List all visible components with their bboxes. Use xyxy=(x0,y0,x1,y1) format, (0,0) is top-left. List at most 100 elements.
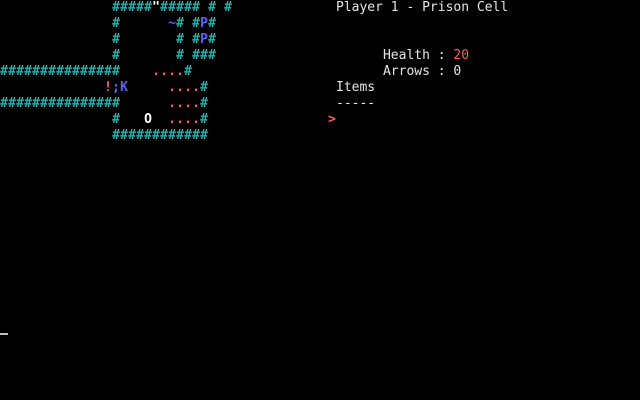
wall-glyph: # xyxy=(48,96,56,111)
wall-glyph: # xyxy=(160,0,168,15)
wall-glyph: # xyxy=(200,96,208,111)
wall-glyph: # xyxy=(80,64,88,79)
arrows-value: 0 xyxy=(453,64,462,79)
floor-glyph: . xyxy=(152,64,160,79)
floor-glyph: . xyxy=(176,80,184,95)
wall-glyph: # xyxy=(208,16,216,31)
health-line: Health : 20 xyxy=(336,32,469,63)
floor-glyph: . xyxy=(160,64,168,79)
wall-glyph: # xyxy=(168,0,176,15)
wall-glyph: # xyxy=(144,0,152,15)
wall-glyph: # xyxy=(128,128,136,143)
wall-glyph: # xyxy=(192,128,200,143)
wall-glyph: # xyxy=(104,64,112,79)
floor-glyph: . xyxy=(184,80,192,95)
wall-glyph: # xyxy=(72,64,80,79)
wall-glyph: # xyxy=(64,64,72,79)
wall-glyph: # xyxy=(184,0,192,15)
wall-glyph: # xyxy=(184,64,192,79)
arrows-label: Arrows : xyxy=(382,64,454,79)
text-cursor xyxy=(0,333,8,335)
wall-glyph: # xyxy=(40,96,48,111)
wall-glyph: # xyxy=(56,96,64,111)
status-panel: Player 1 - Prison Cell Health : 20 Arrow… xyxy=(336,0,636,140)
wall-glyph: # xyxy=(56,64,64,79)
wall-glyph: # xyxy=(208,48,216,63)
wall-glyph: # xyxy=(48,64,56,79)
wall-glyph: # xyxy=(32,96,40,111)
wall-glyph: # xyxy=(120,0,128,15)
wall-glyph: # xyxy=(112,32,120,47)
wall-glyph: # xyxy=(96,96,104,111)
wall-glyph: # xyxy=(16,96,24,111)
monster-glyph: P xyxy=(200,16,208,31)
monster-glyph: P xyxy=(200,32,208,47)
floor-glyph: . xyxy=(192,112,200,127)
wall-glyph: # xyxy=(32,64,40,79)
water-glyph: ~ xyxy=(168,16,176,31)
wall-glyph: # xyxy=(112,16,120,31)
wall-glyph: # xyxy=(16,64,24,79)
floor-glyph: . xyxy=(168,96,176,111)
wall-glyph: # xyxy=(144,128,152,143)
command-prompt-icon: > xyxy=(328,112,336,127)
wall-glyph: # xyxy=(200,48,208,63)
wall-glyph: # xyxy=(192,32,200,47)
wall-glyph: # xyxy=(192,16,200,31)
wall-glyph: # xyxy=(208,32,216,47)
wall-glyph: # xyxy=(184,128,192,143)
wall-glyph: # xyxy=(176,48,184,63)
wall-glyph: # xyxy=(112,48,120,63)
wall-glyph: # xyxy=(200,112,208,127)
wall-glyph: # xyxy=(24,96,32,111)
monster-glyph: K xyxy=(120,80,128,95)
wall-glyph: # xyxy=(168,128,176,143)
wall-glyph: # xyxy=(104,96,112,111)
dungeon-map: # # # # # " # # # # # # # # ~ # # P # # # # P # # # # # # # # # # # # # # # # #… xyxy=(0,0,320,144)
wall-glyph: # xyxy=(176,128,184,143)
item-glyph: ; xyxy=(112,80,120,95)
wall-glyph: # xyxy=(176,16,184,31)
wall-glyph: # xyxy=(64,96,72,111)
wall-glyph: # xyxy=(0,96,8,111)
wall-glyph: # xyxy=(96,64,104,79)
potion-glyph: ! xyxy=(104,80,112,95)
wall-glyph: # xyxy=(112,112,120,127)
wall-glyph: # xyxy=(8,96,16,111)
arrows-line: Arrows : 0 xyxy=(336,48,461,79)
floor-glyph: . xyxy=(168,64,176,79)
floor-glyph: . xyxy=(176,64,184,79)
wall-glyph: # xyxy=(192,48,200,63)
wall-glyph: # xyxy=(0,64,8,79)
floor-glyph: . xyxy=(176,112,184,127)
wall-glyph: # xyxy=(112,64,120,79)
level-title: Player 1 - Prison Cell xyxy=(336,0,509,15)
wall-glyph: # xyxy=(88,64,96,79)
floor-glyph: . xyxy=(176,96,184,111)
wall-glyph: # xyxy=(208,0,216,15)
items-header: Items xyxy=(336,80,376,95)
floor-glyph: . xyxy=(184,96,192,111)
wall-glyph: # xyxy=(136,128,144,143)
floor-glyph: . xyxy=(192,96,200,111)
wall-glyph: # xyxy=(192,0,200,15)
wall-glyph: # xyxy=(40,64,48,79)
floor-glyph: . xyxy=(168,112,176,127)
wall-glyph: # xyxy=(112,128,120,143)
wall-glyph: # xyxy=(88,96,96,111)
wall-glyph: # xyxy=(200,128,208,143)
wall-glyph: # xyxy=(160,128,168,143)
wall-glyph: # xyxy=(112,96,120,111)
doorway-glyph: " xyxy=(152,0,160,15)
wall-glyph: # xyxy=(136,0,144,15)
items-rule: ----- xyxy=(336,96,376,111)
wall-glyph: # xyxy=(72,96,80,111)
wall-glyph: # xyxy=(200,80,208,95)
game-screen: # # # # # " # # # # # # # # ~ # # P # # # # P # # # # # # # # # # # # # # # # #… xyxy=(0,0,640,400)
wall-glyph: # xyxy=(152,128,160,143)
wall-glyph: # xyxy=(24,64,32,79)
wall-glyph: # xyxy=(80,96,88,111)
wall-glyph: # xyxy=(176,32,184,47)
player-glyph: O xyxy=(144,112,152,127)
floor-glyph: . xyxy=(192,80,200,95)
